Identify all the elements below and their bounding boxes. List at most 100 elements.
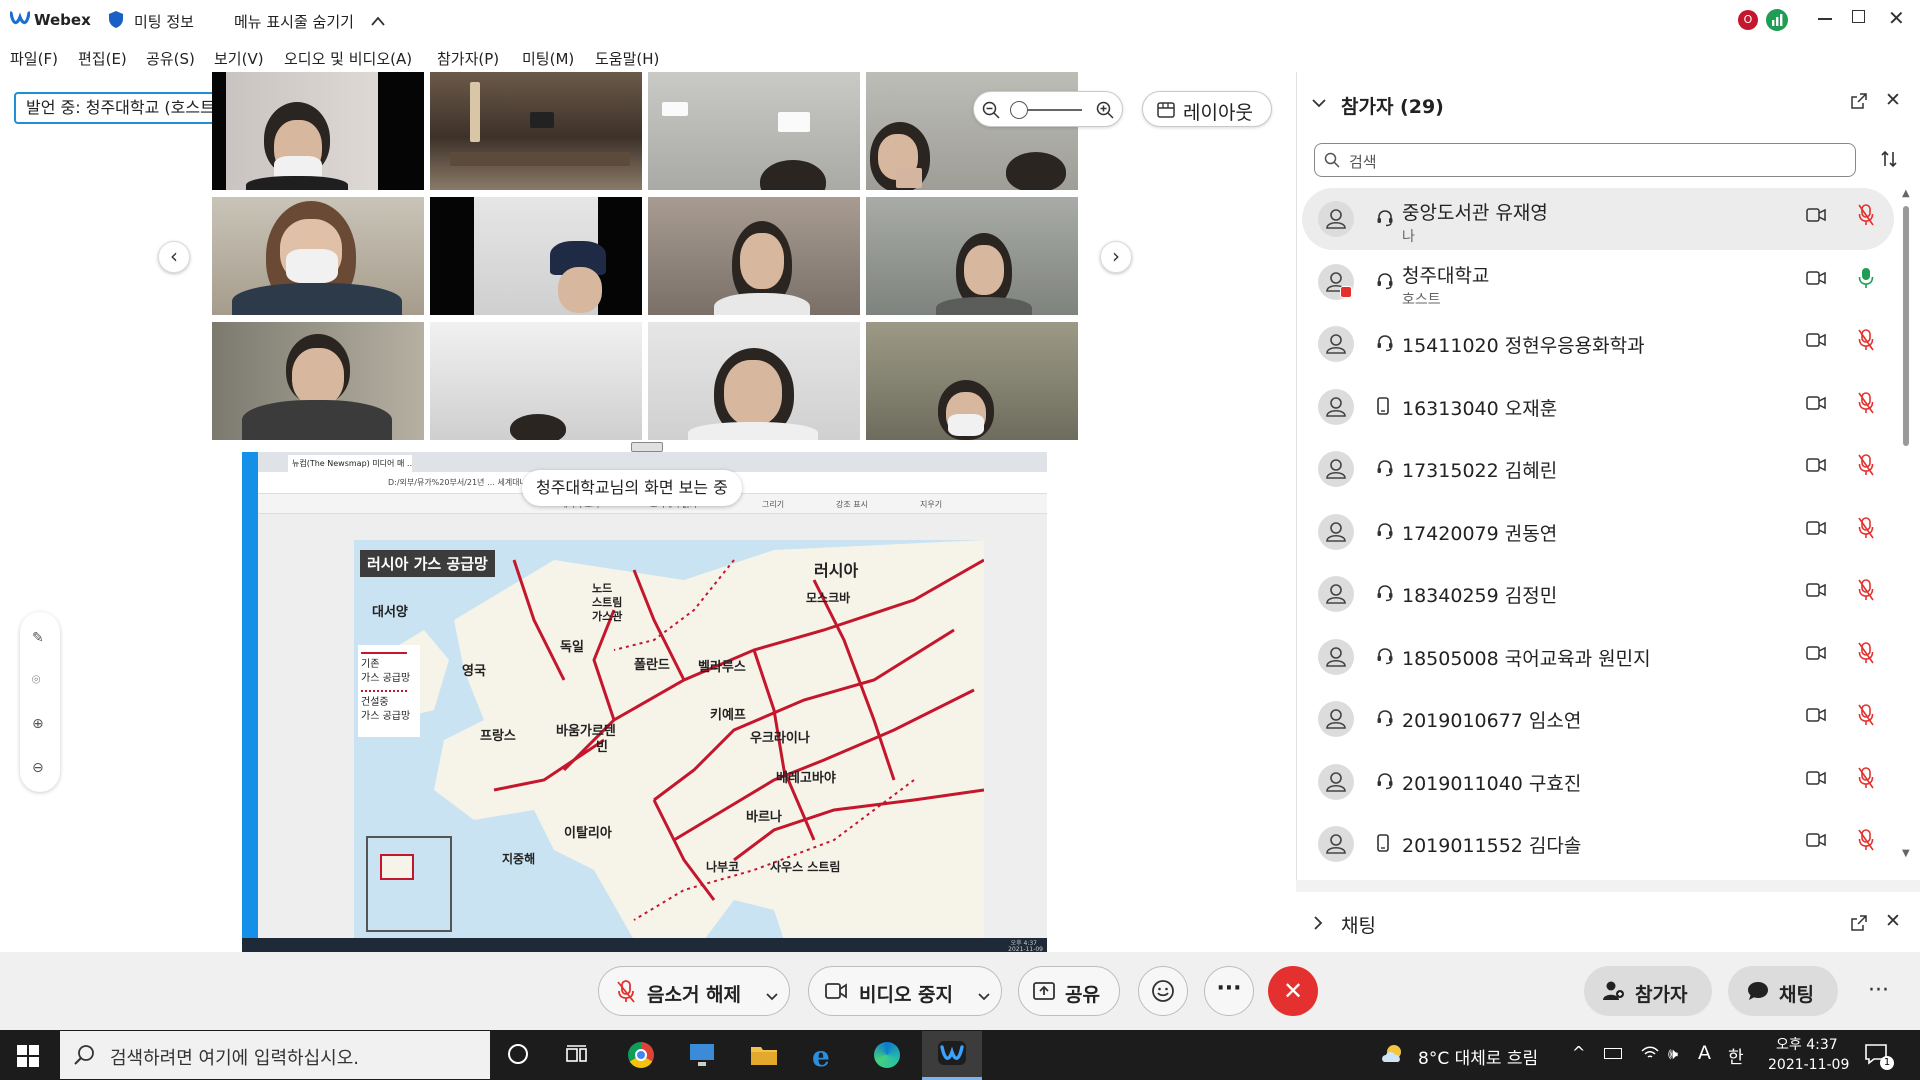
menu-meeting[interactable]: 미팅(M) <box>522 48 574 69</box>
popout-icon[interactable] <box>1851 93 1867 113</box>
mic-muted-icon[interactable] <box>1858 329 1874 355</box>
participant-row[interactable]: 2019011552 김다솔 <box>1302 813 1894 875</box>
participant-row[interactable]: 17315022 김혜린 <box>1302 438 1894 500</box>
participant-row[interactable]: 17420079 권동연 <box>1302 501 1894 563</box>
pen-icon[interactable]: ✎ <box>32 630 44 646</box>
shared-screen[interactable]: 뉴컴(The Newsmap) 미디어 매 … D:/외부/뮤가%20부서/21… <box>242 452 1047 954</box>
weather-text[interactable]: 8°C 대체로 흐림 <box>1418 1044 1538 1069</box>
video-tile[interactable] <box>430 72 642 190</box>
file-explorer-icon[interactable] <box>750 1043 778 1071</box>
mic-on-icon[interactable] <box>1858 267 1874 293</box>
taskbar-time[interactable]: 오후 4:37 <box>1776 1034 1838 1054</box>
participant-row[interactable]: 16313040 오재훈 <box>1302 376 1894 438</box>
battery-icon[interactable] <box>1604 1048 1622 1059</box>
video-tile[interactable] <box>430 322 642 440</box>
video-tile[interactable] <box>648 322 860 440</box>
chevron-down-icon[interactable] <box>1311 94 1327 113</box>
video-tile[interactable] <box>212 322 424 440</box>
zoom-out-share-icon[interactable]: ⊖ <box>32 760 44 776</box>
cortana-icon[interactable] <box>508 1044 528 1064</box>
menu-view[interactable]: 보기(V) <box>214 48 264 69</box>
hide-menu-toggle[interactable]: 메뉴 표시줄 숨기기 <box>234 11 354 32</box>
participant-row[interactable]: 18340259 김정민 <box>1302 563 1894 625</box>
video-camera-icon[interactable] <box>1806 832 1826 852</box>
mic-muted-icon[interactable] <box>1858 829 1874 855</box>
menu-audio-video[interactable]: 오디오 및 비디오(A) <box>284 48 412 69</box>
video-camera-icon[interactable] <box>1806 207 1826 227</box>
network-health-icon[interactable] <box>1766 9 1788 31</box>
chevron-up-icon[interactable] <box>370 12 386 31</box>
video-camera-icon[interactable] <box>1806 270 1826 290</box>
close-window-icon[interactable]: ✕ <box>1888 6 1905 30</box>
weather-cloud-icon[interactable] <box>1380 1044 1406 1068</box>
participant-row[interactable]: 18505008 국어교육과 원민지 <box>1302 626 1894 688</box>
panel-scrollbar-thumb[interactable] <box>1903 206 1909 446</box>
mic-muted-icon[interactable] <box>1858 579 1874 605</box>
stop-video-button[interactable]: 비디오 중지 <box>808 966 1002 1016</box>
mic-muted-icon[interactable] <box>1858 641 1874 668</box>
video-camera-icon[interactable] <box>1806 457 1826 477</box>
video-tile[interactable] <box>866 197 1078 315</box>
participant-row[interactable]: 2019010677 임소연 <box>1302 688 1894 750</box>
sort-icon[interactable] <box>1880 150 1898 172</box>
participants-toggle-button[interactable]: 참가자 <box>1584 966 1712 1016</box>
video-tile[interactable] <box>430 197 642 315</box>
video-camera-icon[interactable] <box>1806 520 1826 540</box>
user-avatar[interactable]: O <box>1738 10 1758 30</box>
menu-share[interactable]: 공유(S) <box>146 48 195 69</box>
taskbar-date[interactable]: 2021-11-09 <box>1768 1057 1849 1073</box>
unmute-button[interactable]: 음소거 해제 <box>598 966 790 1016</box>
participant-row[interactable]: 청주대학교 호스트 <box>1302 251 1894 313</box>
zoom-slider-thumb[interactable] <box>1010 101 1028 119</box>
menu-help[interactable]: 도움말(H) <box>595 48 659 69</box>
minimize-icon[interactable] <box>1818 18 1832 20</box>
video-tile[interactable] <box>648 72 860 190</box>
splitter-handle[interactable] <box>631 442 663 452</box>
wifi-icon[interactable] <box>1640 1045 1660 1065</box>
mic-muted-icon[interactable] <box>1858 204 1874 230</box>
leave-meeting-button[interactable]: ✕ <box>1268 966 1318 1016</box>
restore-icon[interactable] <box>1852 10 1865 23</box>
task-view-icon[interactable] <box>566 1045 588 1069</box>
internet-explorer-icon[interactable]: e <box>812 1040 830 1073</box>
more-icon[interactable]: ··· <box>1868 978 1889 1003</box>
volume-icon[interactable]: 🕪 <box>1668 1044 1678 1064</box>
menu-edit[interactable]: 편집(E) <box>78 48 127 69</box>
chevron-down-icon[interactable] <box>765 985 779 1007</box>
meeting-info-button[interactable]: 미팅 정보 <box>134 11 194 32</box>
video-tile[interactable] <box>212 197 424 315</box>
zoom-in-share-icon[interactable]: ⊕ <box>32 716 44 732</box>
close-chat-icon[interactable]: ✕ <box>1885 910 1901 932</box>
tray-overflow-icon[interactable]: ^ <box>1572 1043 1585 1062</box>
reactions-button[interactable] <box>1138 966 1188 1016</box>
participant-row[interactable]: 중앙도서관 유재영 나 <box>1302 188 1894 250</box>
mic-muted-icon[interactable] <box>1858 391 1874 418</box>
video-tile[interactable] <box>212 72 424 190</box>
mic-muted-icon[interactable] <box>1858 516 1874 543</box>
edge-icon[interactable] <box>874 1042 900 1068</box>
remote-control-icon[interactable]: ⌾ <box>32 672 40 688</box>
video-camera-icon[interactable] <box>1806 645 1826 665</box>
taskbar-search-box[interactable]: 검색하려면 여기에 입력하십시오. <box>60 1031 490 1079</box>
participant-row[interactable]: 15411020 정현우응용화학과 <box>1302 313 1894 375</box>
video-camera-icon[interactable] <box>1806 582 1826 602</box>
popout-chat-icon[interactable] <box>1851 915 1867 935</box>
video-camera-icon[interactable] <box>1806 770 1826 790</box>
close-panel-icon[interactable]: ✕ <box>1885 89 1901 111</box>
video-tile[interactable] <box>866 322 1078 440</box>
video-camera-icon[interactable] <box>1806 332 1826 352</box>
share-button[interactable]: 공유 <box>1018 966 1120 1016</box>
chat-header[interactable]: 채팅 <box>1341 911 1376 938</box>
participant-search-input[interactable]: 검색 <box>1314 143 1856 177</box>
video-camera-icon[interactable] <box>1806 707 1826 727</box>
panel-scrollbar[interactable]: ▲ ▼ <box>1902 188 1910 864</box>
taskbar-webex-active[interactable] <box>922 1031 982 1080</box>
mic-muted-icon[interactable] <box>1858 766 1874 793</box>
ime-mode[interactable]: A <box>1698 1042 1711 1064</box>
mic-muted-icon[interactable] <box>1858 454 1874 480</box>
participant-row[interactable]: 2019011040 구효진 <box>1302 751 1894 813</box>
chevron-right-icon[interactable] <box>1312 915 1324 935</box>
chrome-icon[interactable] <box>628 1042 654 1068</box>
zoom-out-icon[interactable] <box>982 101 1000 123</box>
video-camera-icon[interactable] <box>1806 395 1826 415</box>
